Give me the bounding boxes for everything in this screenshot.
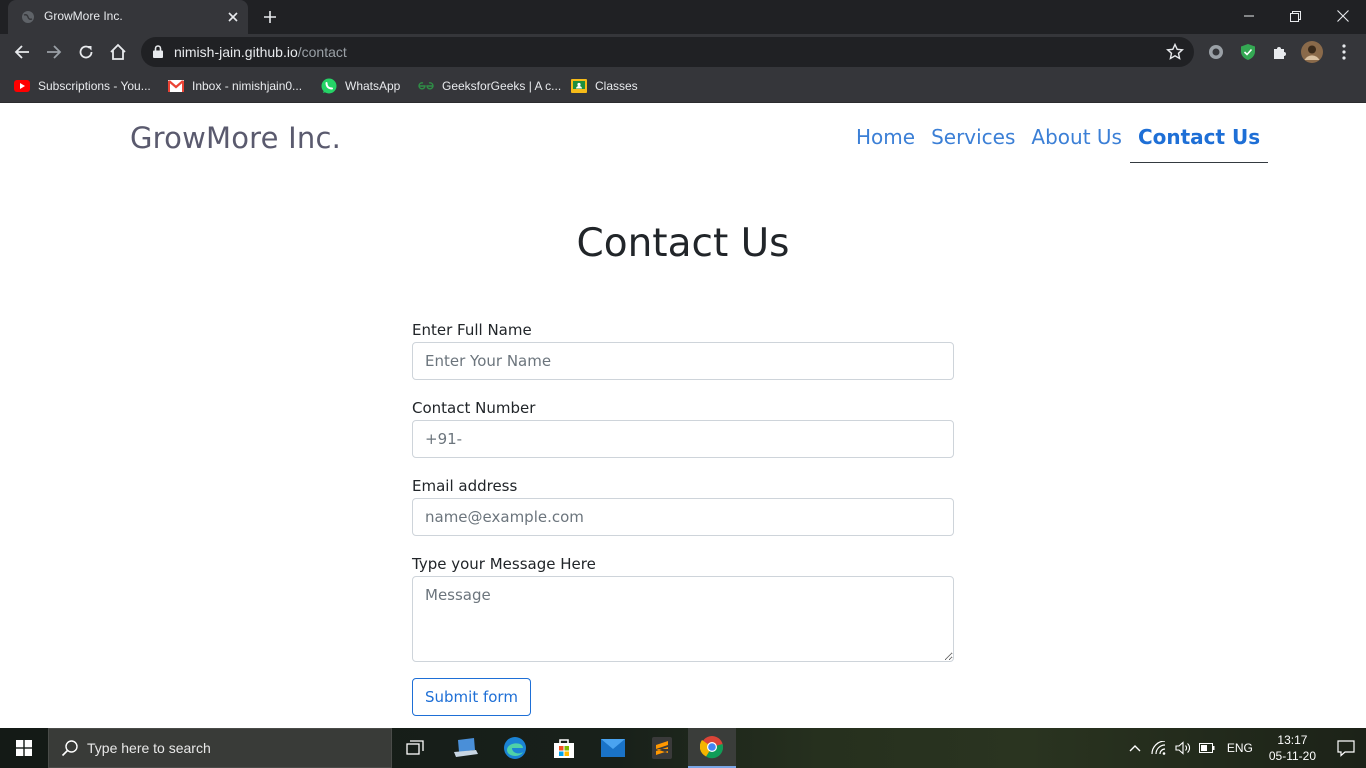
back-arrow-icon[interactable]	[8, 38, 36, 66]
edge-icon[interactable]	[491, 728, 539, 768]
extensions-puzzle-icon[interactable]	[1268, 40, 1292, 64]
browser-tab[interactable]: GrowMore Inc.	[8, 0, 248, 34]
whatsapp-icon	[321, 78, 337, 94]
reload-icon[interactable]	[72, 38, 100, 66]
volume-icon[interactable]	[1171, 728, 1195, 768]
bookmarks-bar: Subscriptions - You... Inbox - nimishjai…	[0, 70, 1366, 103]
browser-tab-strip: GrowMore Inc.	[0, 0, 1366, 34]
youtube-icon	[14, 78, 30, 94]
bookmark-inbox[interactable]: Inbox - nimishjain0...	[168, 76, 302, 96]
page-viewport: GrowMore Inc. Home Services About Us Con…	[0, 103, 1366, 728]
sublime-text-icon[interactable]	[638, 728, 686, 768]
gmail-icon	[168, 78, 184, 94]
geeksforgeeks-icon	[418, 78, 434, 94]
language-indicator[interactable]: ENG	[1227, 741, 1253, 755]
restore-icon[interactable]	[1272, 0, 1319, 32]
forward-arrow-icon[interactable]	[40, 38, 68, 66]
taskbar-search-box[interactable]: Type here to search	[48, 728, 392, 768]
page-title: Contact Us	[576, 221, 790, 266]
system-tray: ENG 13:17 05-11-20	[1123, 728, 1366, 768]
more-menu-icon[interactable]	[1332, 40, 1356, 64]
contact-form: Enter Full Name Contact Number Email add…	[412, 321, 954, 716]
windows-start-icon[interactable]	[0, 728, 48, 768]
tab-title: GrowMore Inc.	[44, 9, 123, 23]
name-label: Enter Full Name	[412, 321, 532, 339]
bookmark-whatsapp[interactable]: WhatsApp	[321, 76, 400, 96]
extension-circle-icon[interactable]	[1204, 40, 1228, 64]
address-bar[interactable]: nimish-jain.github.io/contact	[141, 37, 1194, 67]
close-tab-icon[interactable]	[224, 8, 242, 26]
wifi-icon[interactable]	[1147, 728, 1171, 768]
search-icon	[61, 740, 78, 757]
taskbar-clock[interactable]: 13:17 05-11-20	[1269, 732, 1316, 764]
globe-icon	[22, 11, 34, 23]
clock-date: 05-11-20	[1268, 749, 1316, 763]
chevron-up-icon[interactable]	[1123, 728, 1147, 768]
browser-toolbar: nimish-jain.github.io/contact	[0, 34, 1366, 70]
search-placeholder: Type here to search	[87, 740, 211, 756]
submit-button[interactable]: Submit form	[412, 678, 531, 716]
notification-icon[interactable]	[1326, 728, 1366, 768]
nav-services[interactable]: Services	[923, 115, 1023, 163]
name-input[interactable]	[412, 342, 954, 380]
store-icon[interactable]	[540, 728, 588, 768]
battery-icon[interactable]	[1195, 728, 1219, 768]
nav-about-us[interactable]: About Us	[1023, 115, 1130, 163]
lock-icon	[153, 45, 163, 58]
bookmark-classes[interactable]: Classes	[571, 76, 638, 96]
nav-contact-us[interactable]: Contact Us	[1129, 115, 1269, 163]
email-label: Email address	[412, 477, 518, 495]
email-input[interactable]	[412, 498, 954, 536]
chrome-icon[interactable]	[688, 728, 736, 768]
new-tab-icon[interactable]	[258, 6, 282, 28]
site-nav: Home Services About Us Contact Us	[848, 115, 1269, 163]
site-brand[interactable]: GrowMore Inc.	[130, 121, 341, 155]
avatar[interactable]	[1300, 40, 1324, 64]
laptop-app-icon[interactable]	[442, 728, 490, 768]
bookmark-star-icon[interactable]	[1166, 43, 1184, 61]
clock-time: 13:17	[1277, 733, 1308, 747]
mail-icon[interactable]	[589, 728, 637, 768]
window-controls	[1225, 0, 1366, 34]
bookmark-geeksforgeeks[interactable]: GeeksforGeeks | A c...	[418, 76, 561, 96]
windows-taskbar: Type here to search ENG 13:17 05-11-20	[0, 728, 1366, 768]
classroom-icon	[571, 78, 587, 94]
bookmark-subscriptions[interactable]: Subscriptions - You...	[14, 76, 151, 96]
phone-input[interactable]	[412, 420, 954, 458]
home-icon[interactable]	[104, 38, 132, 66]
shield-icon[interactable]	[1236, 40, 1260, 64]
nav-home[interactable]: Home	[848, 115, 923, 163]
task-view-icon[interactable]	[392, 728, 440, 768]
phone-label: Contact Number	[412, 399, 536, 417]
message-label: Type your Message Here	[412, 555, 596, 573]
message-textarea[interactable]	[412, 576, 954, 662]
close-window-icon[interactable]	[1319, 0, 1366, 32]
minimize-icon[interactable]	[1225, 0, 1272, 32]
url-text: nimish-jain.github.io/contact	[174, 44, 347, 60]
